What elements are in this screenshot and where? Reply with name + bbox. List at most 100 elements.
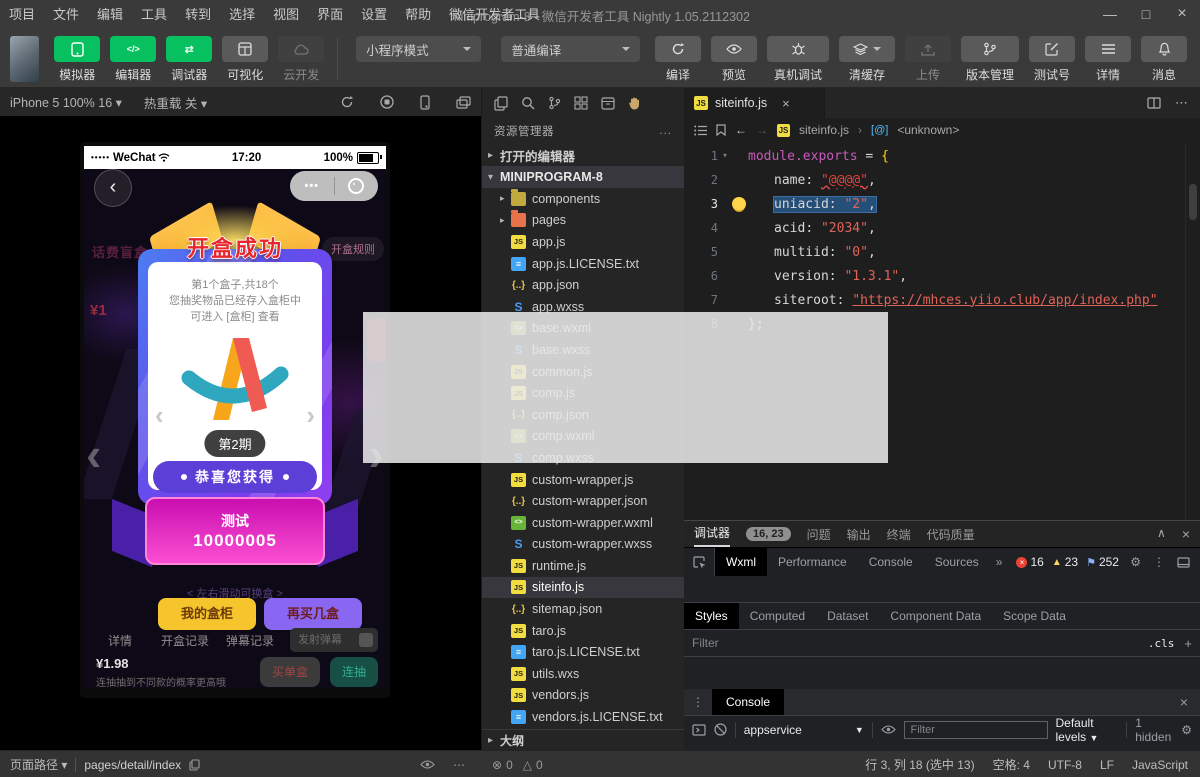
menu-item[interactable]: 转到 [176, 0, 220, 30]
console-drawer-tab[interactable]: Console [712, 689, 784, 715]
open-editors-section[interactable]: ▸ 打开的编辑器 [482, 144, 684, 166]
box-rules-button[interactable]: 开盒规则 [322, 237, 384, 261]
extensions-icon[interactable] [574, 96, 588, 110]
menu-item[interactable]: 工具 [132, 0, 176, 30]
page-arrow-right[interactable]: › [369, 427, 384, 481]
styles-filter-input[interactable]: Filter [692, 636, 719, 650]
menu-item[interactable]: 编辑 [88, 0, 132, 30]
my-cabinet-button[interactable]: 我的盒柜 [158, 598, 256, 630]
file-row[interactable]: base.wxml [482, 318, 684, 340]
styles-tab[interactable]: Styles [684, 603, 739, 629]
outline-section[interactable]: ▸ 大纲 [482, 729, 684, 750]
file-row[interactable]: ▸ pages [482, 210, 684, 232]
messages-button[interactable]: 消息 [1141, 36, 1187, 83]
page-arrow-left[interactable]: ‹ [86, 427, 101, 481]
menu-item[interactable]: 项目 [0, 0, 44, 30]
breadcrumb-symbol[interactable]: <unknown> [897, 123, 959, 137]
carousel-prev[interactable]: ‹ [155, 400, 164, 431]
settings-gear-icon[interactable]: ⚙ [1130, 555, 1141, 569]
devtools-tab[interactable]: Sources [924, 548, 990, 576]
error-count[interactable]: 16 [1030, 555, 1043, 569]
code-lines[interactable]: 1▾module.exports = {2name: "@@@@",3uniac… [684, 144, 1186, 520]
encoding[interactable]: UTF-8 [1048, 758, 1082, 772]
device-frame-icon[interactable] [420, 95, 430, 110]
file-row[interactable]: custom-wrapper.wxss [482, 534, 684, 556]
version-control-button[interactable]: 版本管理 [961, 36, 1019, 83]
file-row[interactable]: custom-wrapper.js [482, 469, 684, 491]
maximize-button[interactable]: □ [1128, 0, 1164, 30]
side-red-button[interactable] [367, 319, 386, 361]
open-log-link[interactable]: 开盒记录 [161, 632, 209, 649]
user-avatar[interactable] [10, 36, 39, 82]
styles-tab[interactable]: Dataset [816, 603, 879, 629]
details-link[interactable]: 详情 [108, 632, 132, 649]
file-row[interactable]: runtime.js [482, 555, 684, 577]
more-options-icon[interactable]: ⋯ [453, 758, 466, 772]
debugger-toggle[interactable]: ⇄ 调试器 [166, 36, 212, 83]
log-levels-select[interactable]: Default levels ▼ [1056, 716, 1119, 744]
copy-path-icon[interactable] [189, 759, 200, 771]
send-danmu-toggle[interactable]: 发射弹幕 [290, 628, 378, 652]
back-button[interactable]: ‹ [94, 169, 132, 207]
panel-tab[interactable]: 问题 [807, 526, 831, 543]
archive-icon[interactable] [601, 97, 615, 110]
devtools-tab[interactable]: Console [858, 548, 924, 576]
multi-draw-button[interactable]: 连抽 [330, 657, 378, 687]
split-editor-icon[interactable] [1147, 97, 1161, 109]
visual-toggle[interactable]: 可视化 [222, 36, 268, 83]
multi-window-icon[interactable] [456, 96, 471, 109]
warnings-count[interactable]: 0 [536, 758, 543, 772]
breadcrumb-file[interactable]: siteinfo.js [799, 123, 849, 137]
menu-item[interactable]: 帮助 [396, 0, 440, 30]
eye-icon[interactable] [881, 725, 896, 734]
devtools-tab[interactable]: Performance [767, 548, 858, 576]
menu-item[interactable]: 视图 [264, 0, 308, 30]
menu-item[interactable]: 微信开发者工具 [440, 0, 549, 30]
file-row[interactable]: ▸ components [482, 188, 684, 210]
file-row[interactable]: base.wxss [482, 339, 684, 361]
clear-cache-button[interactable]: 清缓存 [839, 36, 895, 83]
warning-count[interactable]: 23 [1065, 555, 1078, 569]
eye-icon[interactable] [420, 760, 435, 769]
close-button[interactable]: × [1164, 0, 1200, 30]
editor-toggle[interactable]: </> 编辑器 [110, 36, 156, 83]
buy-more-button[interactable]: 再买几盒 [264, 598, 362, 630]
simulator-toggle[interactable]: 模拟器 [54, 36, 100, 83]
project-root[interactable]: ▾ MINIPROGRAM-8 [482, 166, 684, 188]
language-mode[interactable]: JavaScript [1132, 758, 1188, 772]
info-count[interactable]: 252 [1099, 555, 1119, 569]
editor-scrollbar[interactable] [1185, 144, 1200, 520]
devtools-tab[interactable]: Wxml [715, 548, 767, 576]
close-drawer-icon[interactable]: × [1180, 694, 1200, 710]
close-panel-icon[interactable]: × [1182, 526, 1190, 542]
indentation[interactable]: 空格: 4 [993, 756, 1030, 773]
nav-back-icon[interactable]: ← [735, 123, 747, 137]
file-row[interactable]: sitemap.json [482, 598, 684, 620]
cursor-position[interactable]: 行 3, 列 18 (选中 13) [865, 756, 974, 773]
tab-debugger[interactable]: 调试器 [694, 521, 730, 547]
minimize-button[interactable]: — [1092, 0, 1128, 30]
bookmark-icon[interactable] [716, 124, 726, 136]
more-actions-icon[interactable]: ⋯ [1175, 95, 1188, 111]
menu-item[interactable]: 设置 [352, 0, 396, 30]
panel-tab[interactable]: 输出 [847, 526, 871, 543]
clear-console-icon[interactable] [714, 723, 727, 736]
record-icon[interactable] [380, 95, 394, 109]
file-row[interactable]: custom-wrapper.json [482, 490, 684, 512]
source-control-icon[interactable] [548, 96, 561, 110]
panel-tab[interactable]: 终端 [887, 526, 911, 543]
details-button[interactable]: 详情 [1085, 36, 1131, 83]
file-row[interactable]: comp.js [482, 382, 684, 404]
file-row[interactable]: taro.js.LICENSE.txt [482, 641, 684, 663]
context-select[interactable]: appservice▼ [744, 723, 864, 737]
compile-mode-select[interactable]: 普通编译 [501, 36, 640, 62]
search-icon[interactable] [521, 96, 535, 110]
panel-tab[interactable]: 代码质量 [927, 526, 975, 543]
file-row[interactable]: app.js.LICENSE.txt [482, 253, 684, 275]
kebab-menu-icon[interactable]: ⋮ [1153, 555, 1165, 569]
file-row[interactable]: app.wxss [482, 296, 684, 318]
menu-item[interactable]: 界面 [308, 0, 352, 30]
cls-toggle[interactable]: .cls [1148, 637, 1175, 650]
eol-type[interactable]: LF [1100, 758, 1114, 772]
more-tabs-icon[interactable]: » [990, 555, 1009, 569]
